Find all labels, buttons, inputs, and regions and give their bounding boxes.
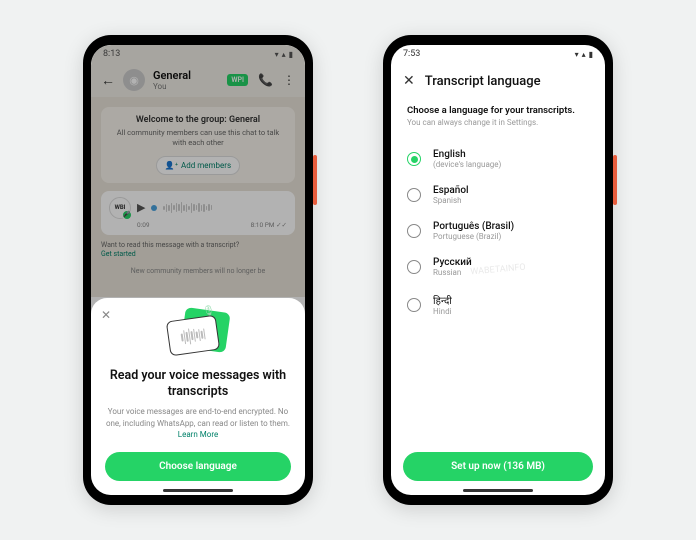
sheet-title: Read your voice messages with transcript…: [105, 368, 291, 401]
language-sub: Portuguese (Brazil): [433, 232, 514, 241]
sheet-description: Your voice messages are end-to-end encry…: [105, 406, 291, 440]
choose-language-button[interactable]: Choose language: [105, 452, 291, 481]
status-time: 7:53: [403, 49, 420, 59]
setup-now-button[interactable]: Set up now (136 MB): [403, 452, 593, 481]
language-option-english[interactable]: English (device's language): [407, 141, 589, 177]
status-icons: ▾ ▴ ▮: [575, 50, 593, 59]
home-indicator[interactable]: [163, 489, 233, 492]
battery-icon: ▮: [589, 50, 593, 59]
language-name: Português (Brasil): [433, 221, 514, 232]
language-option-hindi[interactable]: हिन्दी Hindi: [407, 285, 589, 324]
language-sub: (device's language): [433, 160, 501, 169]
language-content: Choose a language for your transcripts. …: [391, 99, 605, 330]
sheet-header: ✕ Transcript language: [391, 63, 605, 99]
close-icon[interactable]: ✕: [403, 73, 415, 89]
page-title: Transcript language: [425, 74, 541, 89]
language-option-spanish[interactable]: Español Spanish: [407, 177, 589, 213]
language-name: हिन्दी: [433, 293, 452, 307]
radio[interactable]: [407, 298, 421, 312]
content-heading: Choose a language for your transcripts.: [407, 105, 589, 116]
status-bar: 7:53 ▾ ▴ ▮: [391, 45, 605, 63]
screen-left: 8:13 ▾ ▴ ▮ ← ◉ General You WPI 📞 ⋮ W: [91, 45, 305, 495]
signal-icon: ▴: [582, 50, 586, 59]
mic-illustration-icon: 🎙: [202, 306, 215, 317]
language-name: English: [433, 149, 501, 160]
radio[interactable]: [407, 188, 421, 202]
content-subheading: You can always change it in Settings.: [407, 118, 589, 127]
phone-left: 8:13 ▾ ▴ ▮ ← ◉ General You WPI 📞 ⋮ W: [83, 35, 313, 505]
language-name: Español: [433, 185, 469, 196]
language-sub: Russian: [433, 268, 472, 277]
language-option-portuguese[interactable]: Português (Brasil) Portuguese (Brazil): [407, 213, 589, 249]
phone-right: 7:53 ▾ ▴ ▮ ✕ Transcript language Choose …: [383, 35, 613, 505]
radio-selected[interactable]: [407, 152, 421, 166]
home-indicator[interactable]: [463, 489, 533, 492]
language-sub: Hindi: [433, 307, 452, 316]
bottom-sheet: ✕ 🎙 Read your voice messages with transc…: [91, 298, 305, 495]
transcript-illustration: 🎙: [163, 310, 233, 360]
screen-right: 7:53 ▾ ▴ ▮ ✕ Transcript language Choose …: [391, 45, 605, 495]
language-option-russian[interactable]: Русский Russian: [407, 249, 589, 285]
learn-more-link[interactable]: Learn More: [178, 430, 218, 439]
bottom-button-wrap: Set up now (136 MB): [403, 452, 593, 481]
language-name: Русский: [433, 257, 472, 268]
language-sub: Spanish: [433, 196, 469, 205]
wifi-icon: ▾: [575, 50, 579, 59]
close-icon[interactable]: ✕: [101, 308, 111, 322]
radio[interactable]: [407, 260, 421, 274]
radio[interactable]: [407, 224, 421, 238]
